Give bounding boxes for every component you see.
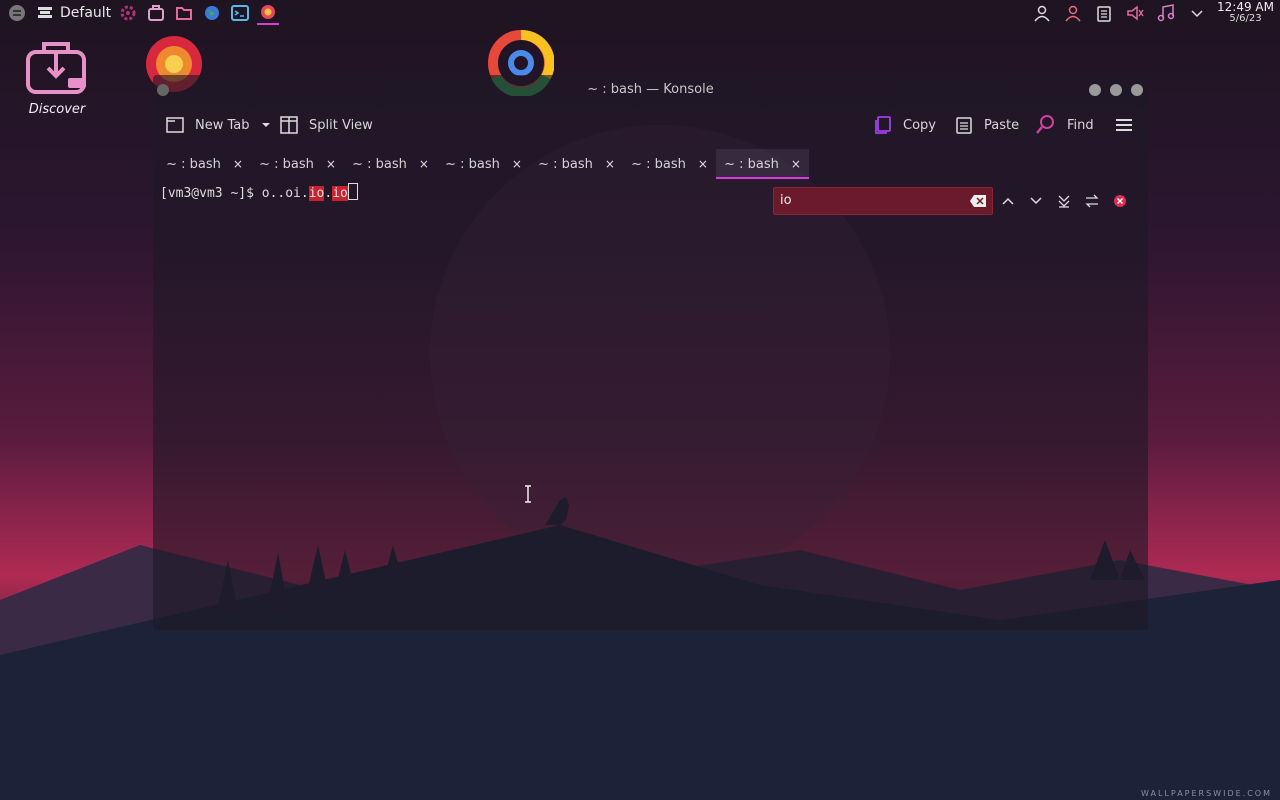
layout-icon[interactable]: [34, 2, 56, 24]
search-match: io: [308, 186, 325, 201]
chevron-up-icon: [1002, 197, 1014, 205]
new-tab-label: New Tab: [195, 117, 250, 133]
volume-icon[interactable]: [1124, 2, 1146, 24]
maximize-button[interactable]: [1110, 84, 1122, 96]
search-icon: [1036, 115, 1054, 134]
terminal-icon[interactable]: [229, 2, 251, 24]
settings-icon[interactable]: [117, 2, 139, 24]
tab-close-icon[interactable]: ×: [698, 157, 708, 171]
tab-close-icon[interactable]: ×: [791, 157, 801, 171]
chevron-down-icon: [1030, 197, 1042, 205]
discover-icon[interactable]: [145, 2, 167, 24]
search-match-current: io: [332, 186, 348, 201]
tab-bar: ~ : bash × ~ : bash × ~ : bash × ~ : bash × ~ : …: [158, 149, 809, 179]
tab-label: ~ : bash: [631, 156, 686, 172]
clock[interactable]: 12:49 AM 5/6/23: [1217, 0, 1274, 24]
layout-label[interactable]: Default: [60, 5, 111, 21]
close-search-button[interactable]: [1111, 192, 1129, 210]
globe-icon[interactable]: [201, 2, 223, 24]
search-input[interactable]: io: [773, 187, 993, 215]
copy-icon: [875, 116, 891, 134]
search-settings-button[interactable]: [1083, 192, 1101, 210]
hamburger-menu-button[interactable]: [1115, 113, 1143, 137]
tab-bash-6[interactable]: ~ : bash ×: [623, 149, 716, 179]
tab-label: ~ : bash: [445, 156, 500, 172]
user-icon[interactable]: [1031, 2, 1053, 24]
tab-label: ~ : bash: [259, 156, 314, 172]
desktop-icon-discover[interactable]: Discover: [22, 36, 92, 117]
chevron-down-icon[interactable]: [260, 119, 272, 131]
prompt: [vm3@vm3 ~]$: [160, 186, 262, 201]
close-button[interactable]: [1131, 84, 1143, 96]
text-cursor: [347, 183, 358, 200]
minimize-button[interactable]: [1089, 84, 1101, 96]
close-icon: [1114, 195, 1126, 207]
tab-label: ~ : bash: [724, 156, 779, 172]
discover-app-icon: [26, 42, 86, 94]
firefox-icon[interactable]: [257, 1, 280, 25]
title-bar[interactable]: ~ : bash — Konsole: [153, 75, 1148, 105]
toolbar: New Tab Split View Copy Paste Find: [153, 105, 1148, 145]
copy-button[interactable]: Copy: [873, 113, 936, 137]
double-chevron-down-icon: [1058, 195, 1070, 208]
tab-bash-3[interactable]: ~ : bash ×: [344, 149, 437, 179]
tab-close-icon[interactable]: ×: [326, 157, 336, 171]
clock-time: 12:49 AM: [1217, 0, 1274, 14]
system-tray: 12:49 AM 5/6/23: [1031, 0, 1280, 26]
clear-icon[interactable]: [969, 194, 987, 208]
tab-bash-1[interactable]: ~ : bash ×: [158, 149, 251, 179]
tab-bash-4[interactable]: ~ : bash ×: [437, 149, 530, 179]
find-label: Find: [1067, 117, 1094, 133]
kde-menu-icon[interactable]: [6, 2, 28, 24]
search-value: io: [780, 193, 792, 208]
tab-label: ~ : bash: [538, 156, 593, 172]
top-panel: Default 12:49 AM 5/6/23: [0, 0, 1280, 26]
find-previous-button[interactable]: [999, 192, 1017, 210]
paste-icon: [956, 117, 972, 134]
folder-icon[interactable]: [173, 2, 195, 24]
tab-close-icon[interactable]: ×: [605, 157, 615, 171]
tab-close-icon[interactable]: ×: [419, 157, 429, 171]
tab-label: ~ : bash: [352, 156, 407, 172]
copy-label: Copy: [903, 117, 936, 133]
new-tab-button[interactable]: New Tab: [165, 113, 272, 137]
paste-label: Paste: [984, 117, 1020, 133]
tab-bash-5[interactable]: ~ : bash ×: [530, 149, 623, 179]
terminal-output[interactable]: [vm3@vm3 ~]$ o..oi.io.io: [160, 183, 358, 201]
konsole-window: ~ : bash — Konsole New Tab Split View Co…: [153, 75, 1148, 630]
split-view-icon: [280, 116, 298, 134]
tab-label: ~ : bash: [166, 156, 221, 172]
new-tab-icon: [166, 117, 184, 133]
tab-close-icon[interactable]: ×: [233, 157, 243, 171]
terminal-text: o..oi.: [261, 186, 309, 201]
window-title: ~ : bash — Konsole: [587, 82, 714, 97]
ibeam-cursor-icon: [525, 485, 531, 503]
music-icon[interactable]: [1155, 2, 1177, 24]
hamburger-icon: [1116, 119, 1132, 131]
watermark: WALLPAPERSWIDE.COM: [1141, 789, 1272, 798]
split-view-button[interactable]: Split View: [279, 113, 373, 137]
split-view-label: Split View: [309, 117, 373, 133]
tab-close-icon[interactable]: ×: [512, 157, 522, 171]
find-next-button[interactable]: [1027, 192, 1045, 210]
clock-date: 5/6/23: [1229, 13, 1262, 24]
tab-bash-7[interactable]: ~ : bash ×: [716, 149, 809, 179]
clipboard-icon[interactable]: [1093, 2, 1115, 24]
swap-icon: [1085, 194, 1099, 208]
discover-label: Discover: [28, 102, 86, 117]
paste-button[interactable]: Paste: [954, 113, 1019, 137]
search-options-button[interactable]: [1055, 192, 1073, 210]
chevron-down-icon[interactable]: [1186, 2, 1208, 24]
tab-bash-2[interactable]: ~ : bash ×: [251, 149, 344, 179]
user-alt-icon[interactable]: [1062, 2, 1084, 24]
find-button[interactable]: Find: [1035, 113, 1094, 137]
